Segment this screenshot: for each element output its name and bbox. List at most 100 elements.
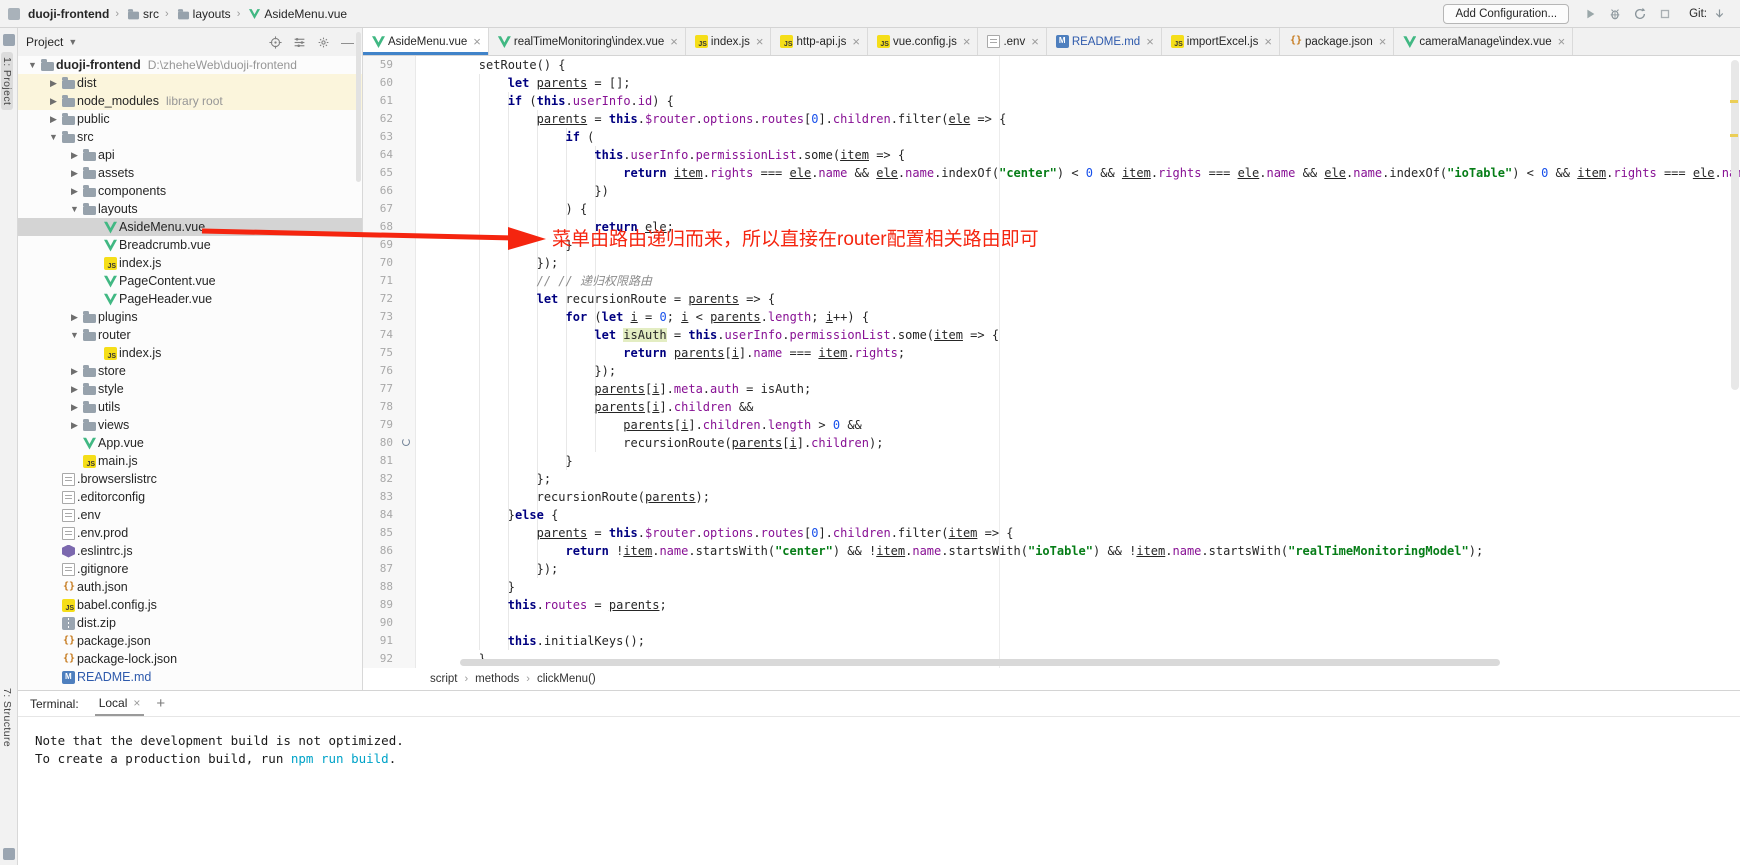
code-line-61[interactable]: 61 if (this.userInfo.id) { — [363, 92, 1740, 110]
chevron-right-icon[interactable]: ▶ — [47, 114, 60, 125]
git-label[interactable]: Git: — [1689, 8, 1707, 20]
tab-.env[interactable]: .env× — [978, 28, 1046, 55]
tree-item-node-modules[interactable]: ▶node_moduleslibrary root — [18, 92, 362, 110]
close-icon[interactable]: × — [1031, 35, 1039, 48]
tree-item-dist[interactable]: ▶dist — [18, 74, 362, 92]
tree-item-babel.config.js[interactable]: babel.config.js — [18, 596, 362, 614]
project-panel-title[interactable]: Project — [26, 35, 63, 49]
tree-scrollbar[interactable] — [356, 32, 361, 182]
code-line-59[interactable]: 59 setRoute() { — [363, 56, 1740, 74]
title-project-name[interactable]: duoji-frontend — [28, 7, 109, 21]
code-line-75[interactable]: 75 return parents[i].name === item.right… — [363, 344, 1740, 362]
tree-item-store[interactable]: ▶store — [18, 362, 362, 380]
tree-item-.eslintrc.js[interactable]: .eslintrc.js — [18, 542, 362, 560]
warning-stripe-mark[interactable] — [1730, 100, 1738, 103]
tree-item-utils[interactable]: ▶utils — [18, 398, 362, 416]
tree-item-package-lock.json[interactable]: package-lock.json — [18, 650, 362, 668]
tree-item-style[interactable]: ▶style — [18, 380, 362, 398]
code-line-60[interactable]: 60 let parents = []; — [363, 74, 1740, 92]
close-icon[interactable]: × — [1379, 35, 1387, 48]
close-icon[interactable]: × — [852, 35, 860, 48]
terminal-title[interactable]: Terminal: — [30, 697, 79, 711]
chevron-down-icon[interactable]: ▼ — [68, 330, 81, 340]
code-line-65[interactable]: 65 return item.rights === ele.name && el… — [363, 164, 1740, 182]
code-line-83[interactable]: 83 recursionRoute(parents); — [363, 488, 1740, 506]
tree-item-src[interactable]: ▼src — [18, 128, 362, 146]
terminal-output[interactable]: Note that the development build is not o… — [18, 717, 1740, 768]
tab-package.json[interactable]: package.json× — [1280, 28, 1394, 55]
tree-item-dist.zip[interactable]: dist.zip — [18, 614, 362, 632]
tab-http-api.js[interactable]: http-api.js× — [771, 28, 867, 55]
close-icon[interactable]: × — [1558, 35, 1566, 48]
code-line-89[interactable]: 89 this.routes = parents; — [363, 596, 1740, 614]
tab-asidemenu.vue[interactable]: AsideMenu.vue× — [363, 28, 489, 55]
close-icon[interactable]: × — [963, 35, 971, 48]
code-line-63[interactable]: 63 if ( — [363, 128, 1740, 146]
close-icon[interactable]: × — [670, 35, 678, 48]
code-line-81[interactable]: 81 } — [363, 452, 1740, 470]
gear-icon[interactable] — [317, 36, 330, 49]
code-line-86[interactable]: 86 return !item.name.startsWith("center"… — [363, 542, 1740, 560]
tree-item-.gitignore[interactable]: .gitignore — [18, 560, 362, 578]
vertical-scrollbar[interactable] — [1731, 60, 1739, 390]
chevron-down-icon[interactable]: ▼ — [68, 37, 77, 47]
chevron-right-icon[interactable]: ▶ — [68, 420, 81, 431]
tree-item-assets[interactable]: ▶assets — [18, 164, 362, 182]
tree-item-duoji-frontend[interactable]: ▼duoji-frontendD:\zheheWeb\duoji-fronten… — [18, 56, 362, 74]
chevron-right-icon[interactable]: ▶ — [68, 384, 81, 395]
chevron-right-icon[interactable]: ▶ — [68, 366, 81, 377]
chevron-right-icon[interactable]: ▶ — [68, 402, 81, 413]
breadcrumb-clickmenu-[interactable]: clickMenu() — [537, 673, 596, 685]
hide-panel-icon[interactable]: — — [341, 36, 354, 49]
tab-realtimemonitoring-index.vue[interactable]: realTimeMonitoring\index.vue× — [489, 28, 686, 55]
close-icon[interactable]: × — [473, 35, 481, 48]
code-line-66[interactable]: 66 }) — [363, 182, 1740, 200]
tree-item-pageheader.vue[interactable]: PageHeader.vue — [18, 290, 362, 308]
tree-item-auth.json[interactable]: auth.json — [18, 578, 362, 596]
code-line-87[interactable]: 87 }); — [363, 560, 1740, 578]
code-line-72[interactable]: 72 let recursionRoute = parents => { — [363, 290, 1740, 308]
code-line-74[interactable]: 74 let isAuth = this.userInfo.permission… — [363, 326, 1740, 344]
code-line-71[interactable]: 71 // // 递归权限路由 — [363, 272, 1740, 290]
run-icon[interactable] — [1581, 5, 1598, 22]
tree-item-api[interactable]: ▶api — [18, 146, 362, 164]
code-line-80[interactable]: 80 recursionRoute(parents[i].children); — [363, 434, 1740, 452]
code-line-84[interactable]: 84 }else { — [363, 506, 1740, 524]
close-icon[interactable]: × — [133, 696, 140, 710]
close-icon[interactable]: × — [1264, 35, 1272, 48]
view-options-icon[interactable] — [293, 36, 306, 49]
tree-item-.env.prod[interactable]: .env.prod — [18, 524, 362, 542]
tree-item-pagecontent.vue[interactable]: PageContent.vue — [18, 272, 362, 290]
tab-vue.config.js[interactable]: vue.config.js× — [868, 28, 979, 55]
code-line-78[interactable]: 78 parents[i].children && — [363, 398, 1740, 416]
code-line-88[interactable]: 88 } — [363, 578, 1740, 596]
chevron-down-icon[interactable]: ▼ — [47, 132, 60, 142]
code-line-76[interactable]: 76 }); — [363, 362, 1740, 380]
breadcrumb-file[interactable]: AsideMenu.vue — [264, 7, 347, 21]
tree-item-readme.md[interactable]: README.md — [18, 668, 362, 686]
tree-item-components[interactable]: ▶components — [18, 182, 362, 200]
stop-icon[interactable] — [1656, 5, 1673, 22]
code-line-64[interactable]: 64 this.userInfo.permissionList.some(ite… — [363, 146, 1740, 164]
tree-item-package.json[interactable]: package.json — [18, 632, 362, 650]
breadcrumb-src[interactable]: src — [143, 7, 159, 21]
code-line-79[interactable]: 79 parents[i].children.length > 0 && — [363, 416, 1740, 434]
tree-item-.browserslistrc[interactable]: .browserslistrc — [18, 470, 362, 488]
project-stripe-icon[interactable] — [3, 34, 15, 46]
tree-item-breadcrumb.vue[interactable]: Breadcrumb.vue — [18, 236, 362, 254]
new-terminal-icon[interactable]: + — [156, 695, 165, 712]
code-area[interactable]: 59 setRoute() {60 let parents = [];61 if… — [363, 56, 1740, 668]
warning-stripe-mark[interactable] — [1730, 134, 1738, 137]
chevron-right-icon[interactable]: ▶ — [47, 96, 60, 107]
add-configuration-button[interactable]: Add Configuration... — [1443, 4, 1569, 24]
tab-importexcel.js[interactable]: importExcel.js× — [1162, 28, 1280, 55]
tree-item-asidemenu.vue[interactable]: AsideMenu.vue — [18, 218, 362, 236]
tree-item-views[interactable]: ▶views — [18, 416, 362, 434]
breadcrumb-methods[interactable]: methods — [475, 673, 519, 685]
chevron-right-icon[interactable]: ▶ — [68, 168, 81, 179]
code-line-70[interactable]: 70 }); — [363, 254, 1740, 272]
horizontal-scrollbar[interactable] — [460, 659, 1500, 666]
tool-button-structure[interactable]: 7: Structure — [1, 688, 13, 747]
tree-item-plugins[interactable]: ▶plugins — [18, 308, 362, 326]
tree-item-router[interactable]: ▼router — [18, 326, 362, 344]
